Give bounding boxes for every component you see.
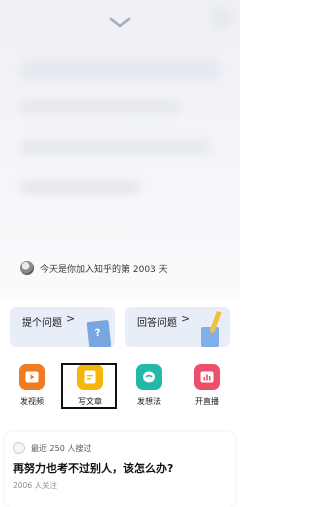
join-days-row: 今天是你加入知乎的第 2003 天 [20,260,168,276]
avatar [20,261,34,275]
recent-searches-text: 最近 250 人搜过 [31,443,92,453]
thought-bubble-icon [136,364,162,390]
blurred-background [0,0,240,300]
blurred-content [20,100,180,114]
post-video-label: 发视频 [20,397,44,406]
followers-count: 2006 人关注 [13,481,57,490]
chevron-down-icon[interactable] [108,16,132,30]
blurred-content [20,180,140,194]
hot-question-card[interactable]: 最近 250 人搜过 再努力也考不过别人，该怎么办? 2006 人关注 [5,432,235,507]
answer-question-label: 回答问题 [137,318,177,329]
post-thought-label: 发想法 [137,397,161,406]
answer-question-card[interactable]: 回答问题 > [125,307,230,347]
start-live-label: 开直播 [195,397,219,406]
book-question-icon: ? [86,319,112,347]
blurred-content [20,60,220,80]
recent-searches-row: 最近 250 人搜过 [13,442,91,454]
blurred-content [212,8,232,28]
post-video-button[interactable]: 发视频 [7,362,57,412]
selection-highlight [61,363,117,409]
chevron-right-icon: > [66,312,76,325]
live-chart-icon [194,364,220,390]
join-days-text: 今天是你加入知乎的第 2003 天 [40,264,168,275]
blurred-content [20,140,210,154]
post-thought-button[interactable]: 发想法 [124,362,174,412]
ask-question-card[interactable]: 提个问题 > ? [10,307,115,347]
start-live-button[interactable]: 开直播 [182,362,232,412]
question-title[interactable]: 再努力也考不过别人，该怎么办? [13,460,173,476]
create-actions: 发视频 写文章 发想法 开直播 [0,362,240,412]
video-play-icon [19,364,45,390]
ask-question-label: 提个问题 [22,318,62,329]
avatar [13,442,25,454]
chevron-right-icon: > [181,312,191,325]
